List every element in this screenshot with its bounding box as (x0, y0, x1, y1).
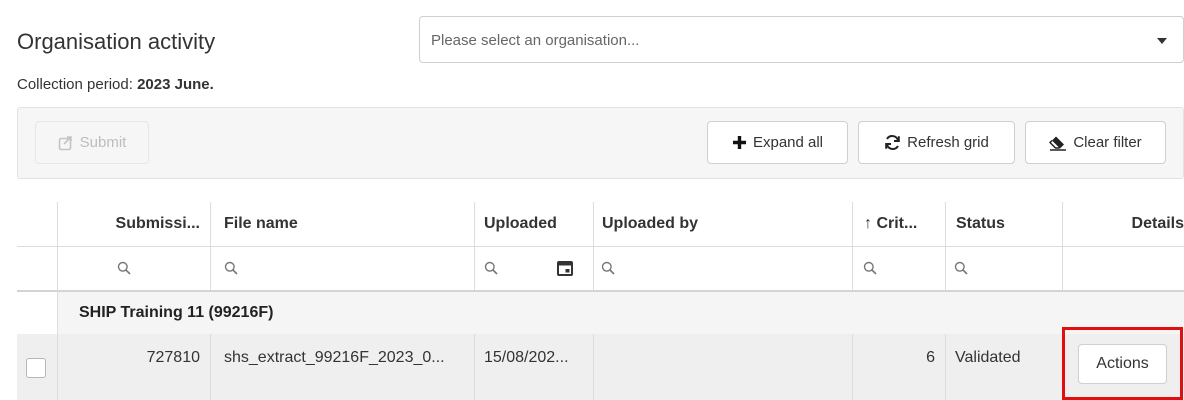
submit-icon (58, 135, 72, 150)
grid-line (17, 246, 1184, 247)
row-checkbox[interactable] (26, 358, 46, 378)
expand-all-button[interactable]: Expand all (707, 121, 848, 164)
grid-line (945, 334, 946, 400)
search-icon[interactable] (601, 246, 615, 290)
search-icon[interactable] (224, 246, 238, 290)
collection-period: Collection period: 2023 June. (17, 76, 214, 93)
grid-line (593, 202, 594, 290)
cell-crit: 6 (926, 349, 935, 366)
highlight-box (1062, 327, 1183, 400)
cell-uploaded: 15/08/202... (484, 349, 569, 366)
grid-line (210, 334, 211, 400)
clear-filter-button[interactable]: Clear filter (1025, 121, 1166, 164)
search-icon[interactable] (863, 246, 877, 290)
table-row[interactable]: 727810 shs_extract_99216F_2023_0... 15/0… (17, 334, 1184, 400)
grid-toolbar: Submit Expand all Refresh grid Clear fil… (17, 107, 1184, 179)
grid-line (1062, 202, 1063, 290)
group-row[interactable]: SHIP Training 11 (99216F) (57, 292, 1184, 334)
caret-down-icon (1157, 38, 1167, 44)
grid-line (57, 202, 58, 400)
grid-line (852, 202, 853, 290)
column-header-uploaded-by[interactable]: Uploaded by (593, 202, 852, 246)
submit-label: Submit (79, 134, 127, 151)
refresh-icon (885, 135, 900, 150)
eraser-icon (1049, 136, 1067, 151)
calendar-icon[interactable] (557, 246, 573, 290)
refresh-grid-label: Refresh grid (907, 134, 989, 151)
grid-line (945, 202, 946, 290)
grid-line (210, 202, 211, 290)
organisation-select[interactable]: Please select an organisation... (419, 16, 1184, 63)
period-value: 2023 June. (137, 76, 214, 93)
grid-line (474, 202, 475, 290)
submit-button[interactable]: Submit (35, 121, 149, 164)
submissions-grid: Submissi... File name Uploaded Uploaded … (17, 202, 1184, 400)
expand-all-label: Expand all (752, 134, 824, 151)
cell-submission: 727810 (146, 349, 200, 366)
column-header-uploaded[interactable]: Uploaded (474, 202, 593, 246)
column-header-details: Details (1131, 215, 1184, 232)
column-header-submission[interactable]: Submissi... (57, 202, 210, 246)
grid-line (593, 334, 594, 400)
page-title: Organisation activity (17, 29, 216, 54)
cell-uploaded-by (593, 334, 852, 382)
clear-filter-label: Clear filter (1073, 134, 1142, 151)
group-label: SHIP Training 11 (99216F) (79, 304, 274, 321)
search-icon[interactable] (484, 246, 498, 290)
column-header-crit[interactable]: ↑ Crit... (852, 202, 945, 246)
plus-icon (732, 136, 746, 149)
search-icon[interactable] (954, 246, 968, 290)
refresh-grid-button[interactable]: Refresh grid (858, 121, 1015, 164)
period-label: Collection period: (17, 76, 133, 93)
column-header-status[interactable]: Status (945, 202, 1062, 246)
grid-line (474, 334, 475, 400)
search-icon[interactable] (117, 246, 131, 290)
organisation-select-placeholder: Please select an organisation... (431, 32, 640, 49)
column-header-file-name[interactable]: File name (210, 202, 474, 246)
grid-line (17, 290, 1184, 292)
grid-line (852, 334, 853, 400)
cell-file-name: shs_extract_99216F_2023_0... (224, 349, 445, 366)
cell-status: Validated (955, 349, 1021, 366)
